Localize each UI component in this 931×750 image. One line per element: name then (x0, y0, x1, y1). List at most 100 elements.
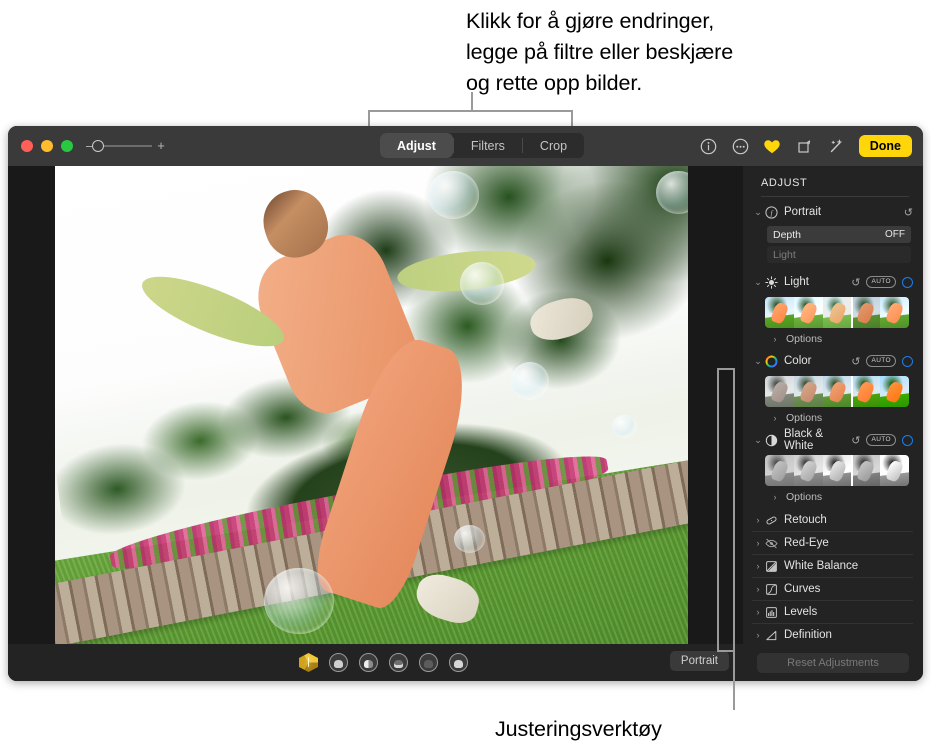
color-thumbnail[interactable] (851, 376, 881, 407)
maximize-window-button[interactable] (61, 140, 73, 152)
color-thumbnail[interactable] (765, 376, 794, 407)
light-thumbnail[interactable] (822, 297, 852, 328)
tab-crop[interactable]: Crop (523, 133, 584, 158)
revert-icon[interactable]: ↺ (851, 434, 860, 447)
light-thumbnail[interactable] (765, 297, 794, 328)
group-label-levels: Levels (784, 606, 818, 618)
bw-thumbnail-strip[interactable] (765, 455, 909, 486)
strip-selection-indicator[interactable] (851, 455, 854, 486)
portrait-light-row[interactable]: Light (767, 246, 911, 263)
color-thumbnail[interactable] (793, 376, 823, 407)
bw-options-row[interactable]: › Options (769, 491, 923, 503)
color-options-row[interactable]: › Options (769, 412, 923, 424)
light-options-row[interactable]: › Options (769, 333, 923, 345)
lighting-option-studio-light[interactable] (329, 653, 348, 672)
group-definition[interactable]: › Definition (752, 624, 913, 644)
tab-filters[interactable]: Filters (454, 133, 522, 158)
group-white-balance[interactable]: › White Balance (752, 555, 913, 578)
group-label-white-balance: White Balance (784, 560, 859, 572)
portrait-mode-badge[interactable]: Portrait (669, 651, 729, 671)
auto-enhance-icon[interactable] (827, 137, 846, 156)
close-window-button[interactable] (21, 140, 33, 152)
eye-slash-icon (764, 536, 779, 551)
group-retouch[interactable]: › Retouch (752, 509, 913, 532)
light-thumbnail[interactable] (793, 297, 823, 328)
callout-panel-bracket-top (717, 368, 733, 370)
lighting-option-stage-light[interactable] (389, 653, 408, 672)
info-icon[interactable] (699, 137, 718, 156)
portrait-effects-bar: Portrait (8, 644, 743, 681)
done-button[interactable]: Done (858, 135, 912, 157)
color-thumbnail[interactable] (880, 376, 909, 407)
edited-photo[interactable] (55, 166, 688, 644)
lighting-option-stage-light-mono[interactable] (419, 653, 438, 672)
bw-thumbnail[interactable] (880, 455, 909, 486)
portrait-depth-row[interactable]: Depth OFF (767, 226, 911, 243)
group-toggle-icon[interactable] (902, 355, 913, 367)
chevron-right-icon[interactable]: › (769, 334, 781, 344)
lighting-effect-options[interactable] (299, 653, 468, 672)
group-portrait[interactable]: ⌄ f Portrait ↺ (752, 201, 913, 223)
group-label-light: Light (784, 276, 809, 288)
chevron-right-icon[interactable]: › (752, 538, 764, 548)
strip-selection-indicator[interactable] (851, 376, 854, 407)
group-curves[interactable]: › Curves (752, 578, 913, 601)
lighting-option-contour-light[interactable] (359, 653, 378, 672)
group-light[interactable]: ⌄ Light ↺ AUTO (752, 271, 913, 293)
bw-thumbnail[interactable] (851, 455, 881, 486)
contrast-circle-icon (764, 433, 779, 448)
lighting-option-high-key-light-mono[interactable] (449, 653, 468, 672)
light-thumbnail[interactable] (851, 297, 881, 328)
chevron-right-icon[interactable]: › (752, 561, 764, 571)
rotate-icon[interactable] (795, 137, 814, 156)
mode-segmented-control[interactable]: Adjust Filters Crop (380, 133, 585, 158)
tab-adjust[interactable]: Adjust (380, 133, 453, 158)
chevron-down-icon[interactable]: ⌄ (752, 435, 764, 446)
group-color[interactable]: ⌄ Color ↺ AUTO (752, 350, 913, 372)
chevron-right-icon[interactable]: › (752, 515, 764, 525)
color-options-label: Options (786, 412, 823, 424)
chevron-down-icon[interactable]: ⌄ (752, 356, 764, 367)
color-thumbnail[interactable] (822, 376, 852, 407)
bw-thumbnail[interactable] (822, 455, 852, 486)
color-wheel-icon (764, 354, 779, 369)
revert-icon[interactable]: ↺ (851, 355, 860, 368)
group-toggle-icon[interactable] (902, 276, 913, 288)
auto-button[interactable]: AUTO (866, 355, 896, 367)
chevron-right-icon[interactable]: › (752, 584, 764, 594)
zoom-slider-knob[interactable] (92, 140, 105, 152)
bw-thumbnail[interactable] (793, 455, 823, 486)
white-balance-icon (764, 559, 779, 574)
chevron-right-icon[interactable]: › (769, 492, 781, 502)
revert-icon[interactable]: ↺ (851, 276, 860, 289)
color-thumbnail-strip[interactable] (765, 376, 909, 407)
chevron-down-icon[interactable]: ⌄ (752, 207, 764, 218)
group-red-eye[interactable]: › Red-Eye (752, 532, 913, 555)
favorite-heart-icon[interactable] (763, 137, 782, 156)
light-thumbnail-strip[interactable] (765, 297, 909, 328)
more-options-icon[interactable] (731, 137, 750, 156)
revert-icon[interactable]: ↺ (904, 206, 913, 219)
strip-selection-indicator[interactable] (851, 297, 854, 328)
definition-icon (764, 628, 779, 643)
reset-adjustments-button[interactable]: Reset Adjustments (757, 653, 909, 673)
chevron-right-icon[interactable]: › (752, 607, 764, 617)
chevron-right-icon[interactable]: › (752, 630, 764, 640)
zoom-slider-track[interactable] (92, 140, 153, 152)
chevron-down-icon[interactable]: ⌄ (752, 277, 764, 288)
auto-button[interactable]: AUTO (866, 276, 896, 288)
zoom-slider[interactable]: – + (86, 139, 165, 152)
chevron-right-icon[interactable]: › (769, 413, 781, 423)
zoom-in-icon[interactable]: + (157, 139, 165, 152)
lighting-option-natural-light[interactable] (299, 653, 318, 672)
group-black-and-white[interactable]: ⌄ Black & White ↺ AUTO (752, 428, 913, 452)
light-thumbnail[interactable] (880, 297, 909, 328)
callout-panel-bracket-bottom (717, 650, 733, 652)
minimize-window-button[interactable] (41, 140, 53, 152)
auto-button[interactable]: AUTO (866, 434, 896, 446)
adjust-panel-scroll[interactable]: ADJUST ⌄ f Portrait ↺ Depth OFF Light ⌄ … (743, 166, 923, 644)
group-levels[interactable]: › Levels (752, 601, 913, 624)
bw-thumbnail[interactable] (765, 455, 794, 486)
group-toggle-icon[interactable] (902, 434, 913, 446)
callout-bottom-text: Justeringsverktøy (495, 717, 662, 741)
